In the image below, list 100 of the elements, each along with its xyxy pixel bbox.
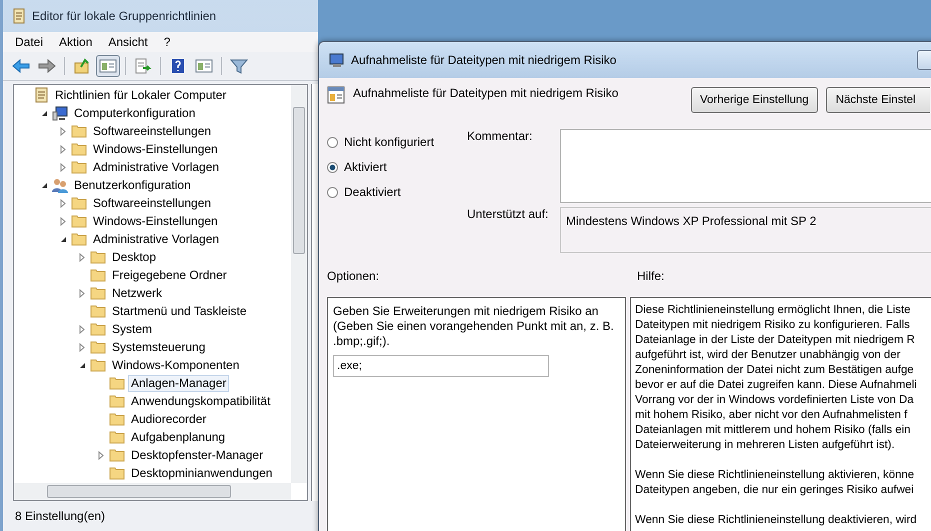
tree-item[interactable]: Audiorecorder — [128, 410, 210, 428]
folder-icon — [71, 160, 87, 174]
users-icon — [52, 178, 68, 192]
help-text-line: Wenn Sie diese Richtlinieneinstellung aktivieren, könne — [635, 468, 916, 483]
folder-icon — [71, 196, 87, 210]
tree-item[interactable]: Windows-Einstellungen — [90, 140, 221, 158]
window-title: Editor für lokale Gruppenrichtlinien — [32, 9, 216, 23]
tree-item[interactable]: Windows-Einstellungen — [90, 212, 221, 230]
tree-item[interactable]: Anlagen-Manager — [128, 374, 230, 392]
help-text-line: aufgeführt ist, wird der Benutzer unabhängig von der — [635, 348, 902, 363]
options-label: Optionen: — [327, 269, 380, 285]
expand-arrow-icon[interactable] — [98, 450, 104, 460]
tree-item[interactable]: Desktop — [109, 248, 160, 266]
expand-arrow-icon[interactable] — [60, 198, 66, 208]
right-arrow-icon — [38, 58, 56, 74]
folder-icon — [73, 58, 91, 74]
tree-item[interactable]: System — [109, 320, 156, 338]
tree-item[interactable]: Aufgabenplanung — [128, 428, 228, 446]
folder-icon — [109, 376, 125, 390]
tree-item[interactable]: Desktopminianwendungen — [128, 464, 276, 482]
help-label: Hilfe: — [637, 269, 664, 285]
menu-item[interactable]: Datei — [7, 35, 52, 49]
next-setting-button[interactable]: Nächste Einstel — [826, 87, 930, 113]
radio-label: Aktiviert — [344, 160, 387, 174]
setting-heading: Aufnahmeliste für Dateitypen mit niedrigem Risiko — [353, 86, 618, 100]
tree-item[interactable]: Anwendungskompatibilität — [128, 392, 274, 410]
folder-icon — [90, 268, 106, 282]
help-text-line: Dateianlagen mit mittlerem und hohem Risiko (falls ein — [635, 423, 912, 438]
tree-item[interactable]: Desktopfenster-Manager — [128, 446, 266, 464]
folder-icon — [71, 214, 87, 228]
help-text-line: Dateierweiterung in mehreren Listen aufgeführt ist). — [635, 438, 896, 453]
tree-item[interactable]: Netzwerk — [109, 284, 166, 302]
dialog-title: Aufnahmeliste für Dateitypen mit niedrigem Risiko — [351, 53, 616, 67]
tree-item[interactable]: Richtlinien für Lokaler Computer — [52, 86, 230, 104]
folder-icon — [109, 430, 125, 444]
folder-icon — [90, 250, 106, 264]
expand-arrow-icon[interactable] — [79, 252, 85, 262]
expand-arrow-icon[interactable] — [79, 342, 85, 352]
app-icon — [12, 8, 26, 24]
tree-item[interactable]: Administrative Vorlagen — [90, 230, 222, 248]
tree-item[interactable]: Benutzerkonfiguration — [71, 176, 194, 194]
help-text-line: mit hohem Risiko, aber nicht vor den Aufnahmelisten f — [635, 408, 908, 423]
help-icon — [169, 58, 187, 74]
expand-arrow-icon[interactable] — [60, 144, 66, 154]
folder-icon — [90, 322, 106, 336]
menu-item[interactable]: Ansicht — [100, 35, 156, 49]
filter-icon — [230, 58, 248, 74]
folder-icon — [90, 304, 106, 318]
expand-arrow-icon[interactable] — [60, 216, 66, 226]
radio-label: Nicht konfiguriert — [344, 135, 434, 149]
help-text-line: Dateianlage in der Liste der Dateitypen mit niedrigem R — [635, 333, 916, 348]
tree-item[interactable]: Softwareeinstellungen — [90, 122, 214, 140]
previous-setting-button[interactable]: Vorherige Einstellung — [691, 87, 818, 113]
supported-on-field: Mindestens Windows XP Professional mit SP 2 — [560, 207, 931, 253]
computer-icon — [52, 106, 68, 120]
extensions-field[interactable]: .exe; — [333, 355, 549, 377]
menu-item[interactable]: Aktion — [51, 35, 100, 49]
radio-label: Deaktiviert — [344, 185, 401, 199]
policy-icon — [33, 87, 49, 103]
help-text-line: Vorrang vor der in Windows vordefinierten Liste von Da — [635, 393, 915, 408]
help-text-line: Wenn Sie diese Richtlinieneinstellung deaktivieren, wird — [635, 513, 918, 528]
expand-arrow-icon[interactable] — [79, 288, 85, 298]
horizontal-scrollbar[interactable] — [14, 483, 291, 500]
tree-item[interactable]: Systemsteuerung — [109, 338, 208, 356]
folder-icon — [71, 142, 87, 156]
folder-icon — [71, 232, 87, 246]
help-text-line: bevor er auf die Datei zugreifen kann. Diese Aufnahmeli — [635, 378, 918, 393]
policy-icon — [327, 86, 345, 104]
folder-icon — [90, 340, 106, 354]
folder-icon — [71, 124, 87, 138]
help-text-line: Dateitypen angeben, die nur ein geringes Risiko aufwei — [635, 483, 915, 498]
collapse-arrow-icon[interactable] — [60, 236, 66, 242]
supported-label: Unterstützt auf: — [467, 207, 550, 223]
expand-arrow-icon[interactable] — [79, 324, 85, 334]
folder-icon — [90, 358, 106, 372]
status-text: 8 Einstellung(en) — [15, 509, 106, 523]
menu-item[interactable]: ? — [156, 35, 178, 49]
radio-button[interactable] — [327, 136, 338, 148]
policy-settings-icon — [329, 52, 345, 68]
tree-item[interactable]: Startmenü und Taskleiste — [109, 302, 250, 320]
radio-button[interactable] — [327, 186, 338, 198]
vertical-scrollbar[interactable] — [291, 85, 307, 483]
collapse-arrow-icon[interactable] — [40, 182, 48, 188]
collapse-arrow-icon[interactable] — [40, 110, 48, 116]
tree-item[interactable]: Softwareeinstellungen — [90, 194, 214, 212]
radio-button[interactable] — [327, 162, 338, 172]
help-text-line: Dateitypen mit niedrigem Risiko zu konfigurieren. Falls — [635, 318, 911, 333]
left-arrow-icon — [12, 58, 30, 74]
folder-icon — [109, 448, 125, 462]
tree-item[interactable]: Administrative Vorlagen — [90, 158, 222, 176]
collapse-arrow-icon[interactable] — [78, 362, 86, 368]
comment-field[interactable] — [560, 129, 931, 203]
folder-icon — [109, 412, 125, 426]
tree-item[interactable]: Windows-Komponenten — [109, 356, 242, 374]
tree-item[interactable]: Computerkonfiguration — [71, 104, 198, 122]
folder-icon — [90, 286, 106, 300]
expand-arrow-icon[interactable] — [60, 126, 66, 136]
pane-button[interactable] — [96, 55, 120, 77]
tree-item[interactable]: Freigegebene Ordner — [109, 266, 230, 284]
expand-arrow-icon[interactable] — [60, 162, 66, 172]
